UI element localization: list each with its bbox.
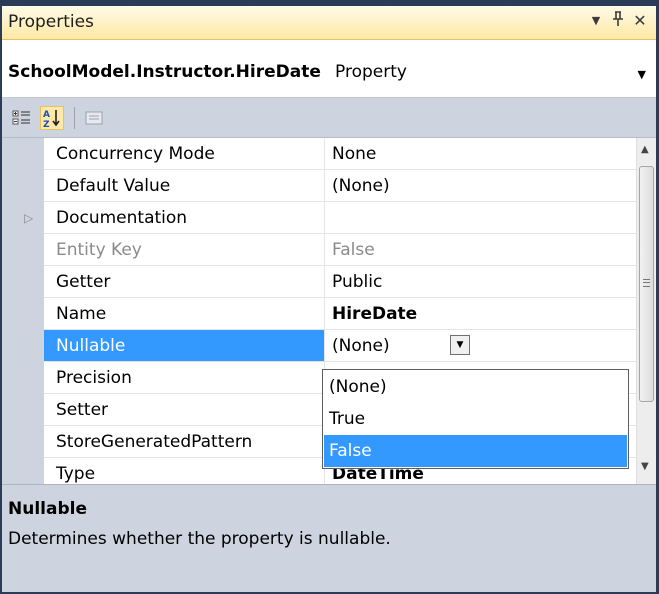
title-bar[interactable]: Properties ▼ ✕ xyxy=(2,6,656,40)
dropdown-option[interactable]: (None) xyxy=(324,371,627,403)
alphabetical-icon[interactable]: A Z xyxy=(40,106,64,130)
toolbar: A Z xyxy=(2,98,656,138)
property-row-documentation[interactable]: Documentation xyxy=(44,202,636,234)
scroll-up-icon[interactable]: ▲ xyxy=(641,144,649,155)
property-name: StoreGeneratedPattern xyxy=(56,432,253,452)
property-pages-icon[interactable] xyxy=(82,106,106,130)
svg-text:Z: Z xyxy=(43,120,50,128)
property-name: Precision xyxy=(56,368,132,388)
grid-gutter xyxy=(2,138,44,484)
property-row-getter[interactable]: Getter Public xyxy=(44,266,636,298)
property-value: False xyxy=(332,240,375,260)
vertical-scrollbar[interactable]: ▲ ▼ xyxy=(636,138,656,484)
property-name: Type xyxy=(56,464,96,484)
property-name: Getter xyxy=(56,272,111,292)
dropdown-option-highlighted[interactable]: False xyxy=(324,435,627,467)
property-name: Nullable xyxy=(56,336,126,356)
property-row-concurrency-mode[interactable]: Concurrency Mode None xyxy=(44,138,636,170)
property-row-entity-key[interactable]: Entity Key False xyxy=(44,234,636,266)
categorized-icon[interactable] xyxy=(10,106,34,130)
svg-text:A: A xyxy=(43,110,50,120)
description-text: Determines whether the property is nulla… xyxy=(8,529,391,549)
close-icon[interactable]: ✕ xyxy=(630,11,650,30)
property-value[interactable]: Public xyxy=(332,272,382,292)
property-name: Documentation xyxy=(56,208,188,228)
property-value[interactable]: (None) xyxy=(332,176,390,196)
property-name: Concurrency Mode xyxy=(56,144,215,164)
property-name: Entity Key xyxy=(56,240,142,260)
combobox-dropdown-button[interactable]: ▼ xyxy=(450,335,470,355)
object-name: SchoolModel.Instructor.HireDate xyxy=(8,62,321,82)
object-type: Property xyxy=(335,62,407,82)
dropdown-option[interactable]: True xyxy=(324,403,627,435)
property-row-name[interactable]: Name HireDate xyxy=(44,298,636,330)
scrollbar-thumb[interactable] xyxy=(639,166,654,402)
expand-arrow-icon[interactable]: ▷ xyxy=(24,211,33,225)
property-value[interactable]: None xyxy=(332,144,376,164)
property-name: Setter xyxy=(56,400,109,420)
nullable-combobox[interactable]: (None) xyxy=(332,336,390,356)
window-title: Properties xyxy=(8,12,94,32)
property-row-default-value[interactable]: Default Value (None) xyxy=(44,170,636,202)
property-name: Name xyxy=(56,304,107,324)
chevron-down-icon[interactable]: ▼ xyxy=(638,68,646,81)
option-label: (None) xyxy=(329,377,387,397)
nullable-dropdown-list: (None) True False xyxy=(322,369,629,469)
window-menu-icon[interactable]: ▼ xyxy=(586,14,606,27)
property-name: Default Value xyxy=(56,176,171,196)
description-title: Nullable xyxy=(8,499,87,519)
description-panel: Nullable Determines whether the property… xyxy=(2,484,656,592)
properties-window: Properties ▼ ✕ SchoolModel.Instructor.Hi… xyxy=(0,0,659,594)
option-label: True xyxy=(329,409,366,429)
scroll-down-icon[interactable]: ▼ xyxy=(641,461,649,472)
property-row-nullable[interactable]: Nullable (None) xyxy=(44,330,636,362)
object-selector[interactable]: SchoolModel.Instructor.HireDate Property… xyxy=(2,40,656,98)
toolbar-separator xyxy=(74,107,75,129)
pin-icon[interactable] xyxy=(608,11,628,31)
option-label: False xyxy=(329,441,372,461)
property-value[interactable]: HireDate xyxy=(332,304,417,324)
